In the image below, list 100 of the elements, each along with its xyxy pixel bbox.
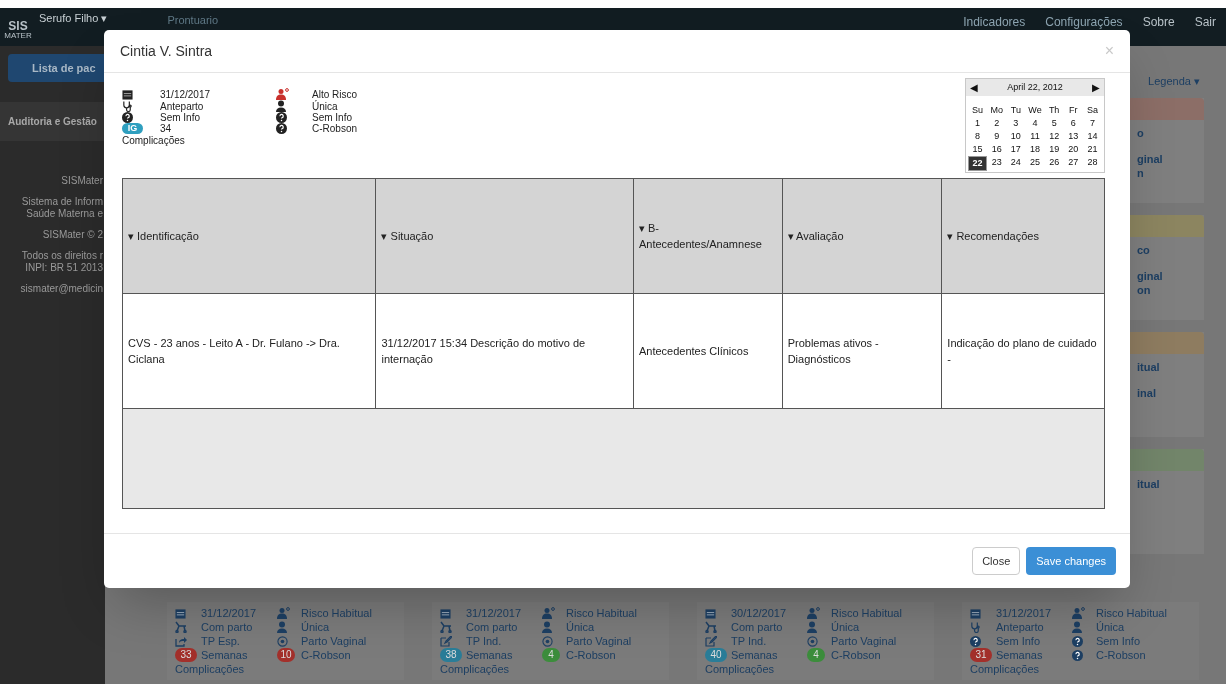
card-text: o	[1137, 125, 1145, 140]
pregnancy-text: Única	[1096, 620, 1126, 634]
pregnancy-text: Única	[312, 100, 339, 112]
weeks-label: Semanas	[201, 648, 249, 662]
labor-text: TP Ind.	[731, 634, 768, 648]
risk-text: Risco Habitual	[1096, 606, 1168, 620]
calendar-day[interactable]: 6	[1063, 117, 1083, 130]
calendar-day[interactable]: 17	[1006, 143, 1026, 156]
footer-text: SISMater	[61, 175, 103, 187]
calendar-day[interactable]: 12	[1044, 130, 1064, 143]
calendar-day[interactable]: 21	[1082, 143, 1102, 156]
stroller-icon	[705, 621, 717, 633]
calendar-day[interactable]: 8	[968, 130, 988, 143]
weekday-label: Sa	[1085, 104, 1099, 117]
column-header[interactable]: ▾ Identificação	[128, 227, 199, 245]
patient-card[interactable]: 31/12/2017 Risco Habitual Com parto Única TP Esp. Parto Vaginal 33 Semanas 10 C-Robson Complicações	[167, 602, 404, 680]
footer-text: SISMater © 2	[42, 229, 103, 241]
stage-text: Com parto	[201, 620, 254, 634]
sidebar-menu-item[interactable]: Auditoria e Gestão	[0, 102, 105, 141]
calendar-day[interactable]: 5	[1044, 117, 1064, 130]
stage-text: Com parto	[731, 620, 784, 634]
next-month-button[interactable]: ▶	[1092, 80, 1100, 95]
calendar-day[interactable]: 19	[1044, 143, 1064, 156]
weekday-label: Mo	[989, 104, 1004, 117]
question-icon	[1072, 635, 1083, 647]
complications-text: Complicações	[122, 135, 186, 146]
stage-text: Com parto	[466, 620, 519, 634]
person-alert-icon	[807, 607, 820, 619]
nav-link[interactable]: Indicadores	[963, 15, 1026, 29]
patient-card[interactable]: 31/12/2017 Risco Habitual Com parto Única TP Ind. Parto Vaginal 38 Semanas 4 C-Robson Complicações	[432, 602, 669, 680]
robson-text: C-Robson	[1096, 648, 1147, 662]
robson-text: C-Robson	[301, 648, 352, 662]
complications-text: Complicações	[970, 662, 1041, 676]
person-alert-icon	[542, 607, 555, 619]
footer-text: Saúde Materna e	[26, 208, 103, 220]
target-icon	[542, 635, 553, 647]
robson-text: C-Robson	[312, 123, 358, 134]
calendar-day[interactable]: 16	[987, 143, 1007, 156]
card-text: itual	[1137, 476, 1161, 491]
card-text: co	[1137, 242, 1151, 257]
calendar-day[interactable]: 3	[1006, 117, 1026, 130]
calendar-day[interactable]: 23	[987, 156, 1007, 171]
complications-text: Complicações	[440, 662, 511, 676]
table-cell-text: Antecedentes Clínicos	[638, 343, 749, 359]
column-header[interactable]: ▾ Situação	[381, 227, 434, 245]
pregnancy-text: Única	[566, 620, 596, 634]
footer-text: INPI: BR 51 2013	[25, 262, 103, 274]
weekday-label: Tu	[1009, 104, 1022, 117]
calendar-day[interactable]: 20	[1063, 143, 1083, 156]
calendar-day[interactable]: 2	[987, 117, 1007, 130]
calendar-day[interactable]: 22	[968, 156, 988, 171]
weeks-label: Semanas	[466, 648, 514, 662]
date-text: 30/12/2017	[731, 606, 788, 620]
calendar-icon	[970, 607, 981, 619]
calendar-day[interactable]: 4	[1025, 117, 1045, 130]
labor-text: Sem Info	[160, 112, 202, 123]
modal-title: Cintia V. Sintra	[120, 41, 213, 61]
robson-text: C-Robson	[566, 648, 617, 662]
calendar-day[interactable]: 18	[1025, 143, 1045, 156]
nav-link[interactable]: Sair	[1194, 15, 1216, 29]
calendar-day[interactable]: 25	[1025, 156, 1045, 171]
robson-badge: 4	[807, 648, 825, 662]
weekday-label: Fr	[1068, 104, 1079, 117]
complications-text: Complicações	[705, 662, 776, 676]
close-button[interactable]: Close	[972, 547, 1021, 575]
calendar-day[interactable]: 26	[1044, 156, 1064, 171]
calendar-icon	[705, 607, 716, 619]
ig-badge: IG	[122, 123, 143, 134]
column-header[interactable]: ▾ B-Antecedentes/Anamnese	[638, 219, 777, 253]
previous-month-button[interactable]: ◀	[970, 80, 978, 95]
calendar-day[interactable]: 14	[1082, 130, 1102, 143]
column-header[interactable]: ▾ Avaliação	[787, 227, 844, 245]
calendar-day[interactable]: 28	[1082, 156, 1102, 171]
complications-text: Complicações	[175, 662, 246, 676]
column-header[interactable]: ▾ Recomendações	[947, 227, 1039, 245]
nav-link[interactable]: Configurações	[1045, 15, 1123, 29]
calendar-day[interactable]: 13	[1063, 130, 1083, 143]
calendar-day[interactable]: 7	[1082, 117, 1102, 130]
nav-link[interactable]: Prontuario	[167, 12, 219, 29]
card-text: ginal	[1137, 268, 1164, 283]
card-text: on	[1137, 282, 1152, 297]
calendar-day[interactable]: 27	[1063, 156, 1083, 171]
user-menu[interactable]: Serufo Filho ▾	[39, 10, 108, 27]
edit-icon	[705, 635, 717, 647]
delivery-text: Parto Vaginal	[301, 634, 368, 648]
weekday-label: We	[1027, 104, 1043, 117]
calendar-day[interactable]: 1	[968, 117, 988, 130]
card-text: itual	[1137, 359, 1161, 374]
weeks-badge: 33	[175, 648, 197, 662]
date-picker[interactable]: ◀ April 22, 2012 ▶ Su Mo Tu We Th Fr Sa 1 2 3 4 5 6 7 8 9 10 11 12 13 14 15 16 17 18 19 20 21 22 23 24 25 26 27 28	[965, 78, 1105, 173]
risk-text: Alto Risco	[312, 88, 358, 100]
patient-card[interactable]: 31/12/2017 Risco Habitual Anteparto Única Sem Info Sem Info 31 Semanas C-Robson Complicações	[962, 602, 1199, 680]
calendar-day[interactable]: 9	[987, 130, 1007, 143]
calendar-day[interactable]: 11	[1025, 130, 1045, 143]
table-cell-text: Problemas ativos - Diagnósticos	[787, 335, 880, 367]
calendar-day[interactable]: 10	[1006, 130, 1026, 143]
nav-link[interactable]: Sobre	[1142, 15, 1175, 29]
calendar-day[interactable]: 24	[1006, 156, 1026, 171]
calendar-day[interactable]: 15	[968, 143, 988, 156]
labor-text: TP Esp.	[201, 634, 241, 648]
